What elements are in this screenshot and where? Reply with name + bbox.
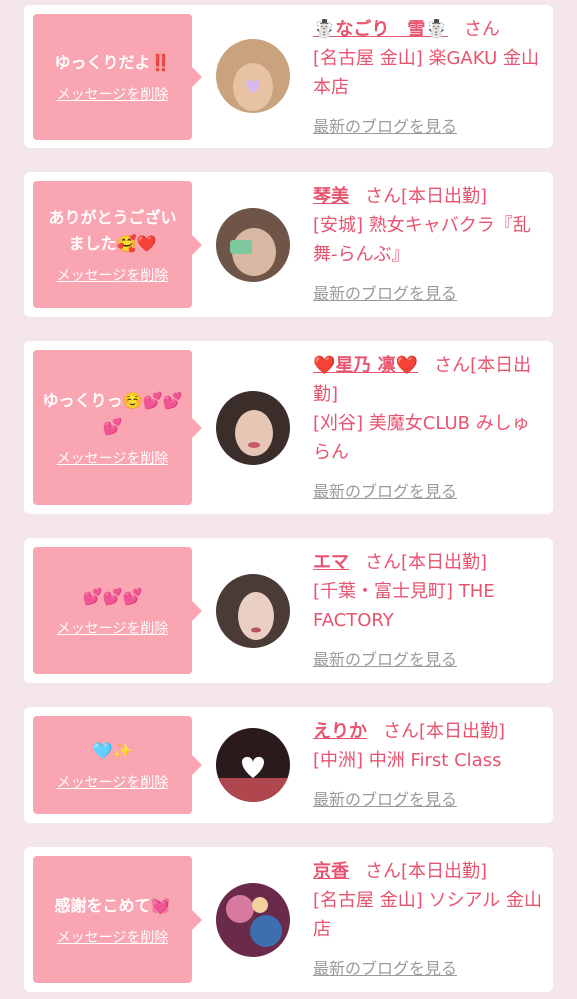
name-suffix: さん — [463, 19, 500, 40]
avatar[interactable] — [216, 883, 290, 957]
message-bubble: ありがとうございました🥰❤️ メッセージを削除 — [33, 181, 202, 308]
shop-text: [安城] 熟女キャバクラ『乱舞-らんぶ』 — [313, 215, 531, 265]
avatar[interactable] — [216, 391, 290, 465]
message-text: 感謝をこめて💓 — [54, 895, 171, 915]
avatar-photo — [216, 883, 290, 957]
latest-blog-link[interactable]: 最新のブログを見る — [313, 279, 545, 308]
avatar-pattern — [252, 897, 268, 913]
profile-name-link[interactable]: 琴美 — [313, 186, 349, 207]
latest-blog-link[interactable]: 最新のブログを見る — [313, 112, 545, 141]
name-suffix: さん[本日出勤] — [365, 186, 488, 207]
message-text: 🩵✨ — [92, 741, 133, 760]
message-text: ゆっくりっ☺️💕💕💕 — [42, 390, 183, 436]
avatar-photo — [216, 574, 290, 648]
message-bubble: ゆっくりっ☺️💕💕💕 メッセージを削除 — [33, 350, 202, 505]
message-bubble: 💕💕💕 メッセージを削除 — [33, 547, 202, 674]
latest-blog-link[interactable]: 最新のブログを見る — [313, 645, 545, 674]
profile-name-link[interactable]: ❤️星乃 凛❤️ — [313, 355, 418, 376]
delete-message-link[interactable]: メッセージを削除 — [57, 772, 169, 792]
card-object — [230, 240, 252, 254]
shop-text: [名古屋 金山] ソシアル 金山店 — [313, 890, 543, 940]
shop-text: [中洲] 中洲 First Class — [313, 750, 502, 771]
profile-info: ❤️星乃 凛❤️ さん[本日出勤] [刈谷] 美魔女CLUB みしゅらん 最新のブ… — [313, 351, 545, 506]
avatar-face — [238, 592, 274, 640]
profile-info: 京香 さん[本日出勤] [名古屋 金山] ソシアル 金山店 最新のブログを見る — [313, 857, 545, 983]
avatar[interactable] — [216, 208, 290, 282]
avatar-bg — [216, 883, 290, 957]
name-suffix: さん[本日出勤] — [383, 721, 506, 742]
message-card: ありがとうございました🥰❤️ メッセージを削除 琴美 さん[本日出勤] [安城] … — [24, 172, 553, 317]
message-bubble: 🩵✨ メッセージを削除 — [33, 716, 202, 814]
delete-message-link[interactable]: メッセージを削除 — [57, 265, 169, 285]
name-suffix: さん[本日出勤] — [365, 552, 488, 573]
avatar-photo — [216, 728, 290, 802]
message-text: 💕💕💕 — [82, 586, 143, 606]
profile-name-link[interactable]: ☃️なごり 雪☃️ — [313, 19, 448, 40]
avatar-pattern — [250, 915, 282, 947]
profile-name-link[interactable]: エマ — [313, 552, 349, 573]
delete-message-link[interactable]: メッセージを削除 — [57, 927, 169, 947]
shop-text: [名古屋 金山] 楽GAKU 金山本店 — [313, 48, 539, 98]
avatar-photo — [216, 391, 290, 465]
avatar[interactable] — [216, 574, 290, 648]
message-bubble: ゆっくりだよ‼️ メッセージを削除 — [33, 14, 202, 140]
latest-blog-link[interactable]: 最新のブログを見る — [313, 785, 545, 814]
message-card: ゆっくりだよ‼️ メッセージを削除 ☃️なごり 雪☃️ さん [名古屋 金山] 楽… — [24, 5, 553, 148]
profile-info: 琴美 さん[本日出勤] [安城] 熟女キャバクラ『乱舞-らんぶ』 最新のブログを見… — [313, 182, 545, 308]
message-card: 🩵✨ メッセージを削除 えりか さん[本日出勤] [中洲] 中洲 First Cl… — [24, 707, 553, 823]
name-suffix: さん[本日出勤] — [365, 861, 488, 882]
message-list: ゆっくりだよ‼️ メッセージを削除 ☃️なごり 雪☃️ さん [名古屋 金山] 楽… — [0, 0, 577, 999]
avatar-lips — [251, 627, 261, 633]
avatar-photo — [216, 39, 290, 113]
profile-info: えりか さん[本日出勤] [中洲] 中洲 First Class 最新のブログを見… — [313, 717, 545, 814]
delete-message-link[interactable]: メッセージを削除 — [57, 84, 169, 104]
delete-message-link[interactable]: メッセージを削除 — [57, 448, 169, 468]
avatar-face — [235, 410, 273, 456]
avatar-lips — [248, 442, 260, 448]
profile-name-link[interactable]: 京香 — [313, 861, 349, 882]
delete-message-link[interactable]: メッセージを削除 — [57, 618, 169, 638]
profile-info: エマ さん[本日出勤] [千葉・富士見町] THE FACTORY 最新のブログを… — [313, 548, 545, 674]
latest-blog-link[interactable]: 最新のブログを見る — [313, 954, 545, 983]
message-bubble: 感謝をこめて💓 メッセージを削除 — [33, 856, 202, 983]
profile-info: ☃️なごり 雪☃️ さん [名古屋 金山] 楽GAKU 金山本店 最新のブログを見… — [313, 15, 545, 141]
avatar-photo — [216, 208, 290, 282]
message-text: ありがとうございました🥰❤️ — [48, 207, 177, 253]
shop-text: [千葉・富士見町] THE FACTORY — [313, 581, 495, 631]
shop-text: [刈谷] 美魔女CLUB みしゅらん — [313, 413, 530, 463]
latest-blog-link[interactable]: 最新のブログを見る — [313, 477, 545, 506]
avatar-clothes — [216, 778, 290, 802]
message-text: ゆっくりだよ‼️ — [54, 53, 171, 72]
profile-name-link[interactable]: えりか — [313, 721, 367, 742]
avatar-pattern — [226, 895, 254, 923]
message-card: ゆっくりっ☺️💕💕💕 メッセージを削除 ❤️星乃 凛❤️ さん[本日出勤] [刈谷… — [24, 341, 553, 514]
message-card: 感謝をこめて💓 メッセージを削除 京香 さん[本日出勤] [名古屋 金山] ソシア… — [24, 847, 553, 992]
avatar[interactable] — [216, 728, 290, 802]
message-card: 💕💕💕 メッセージを削除 エマ さん[本日出勤] [千葉・富士見町] THE FA… — [24, 538, 553, 683]
avatar[interactable] — [216, 39, 290, 113]
